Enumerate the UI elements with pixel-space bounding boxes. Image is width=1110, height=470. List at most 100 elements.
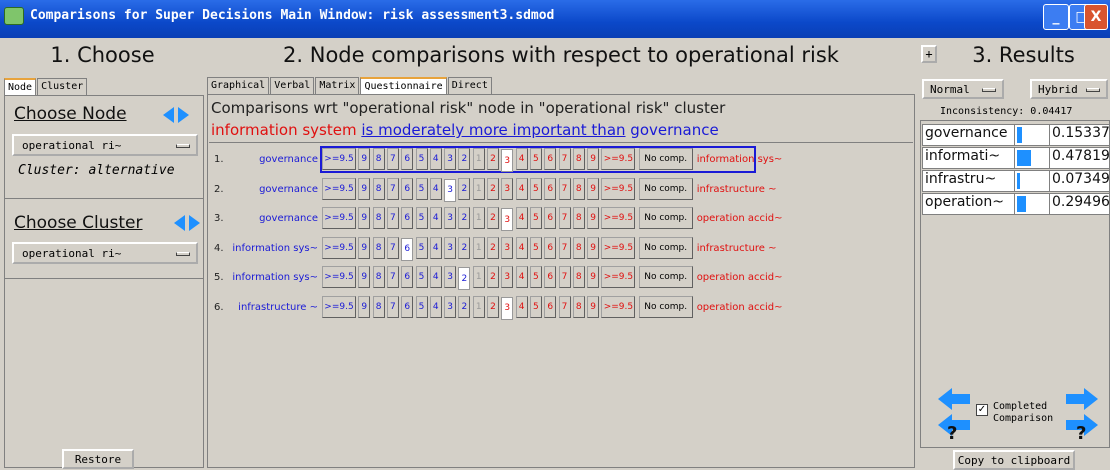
scale-cell[interactable]: 2 — [458, 148, 471, 170]
scale-cell[interactable]: >=9.5 — [322, 266, 356, 288]
scale-cell[interactable]: 8 — [572, 207, 585, 229]
scale-cell[interactable]: 2 — [458, 207, 471, 229]
minimize-button[interactable]: _ — [1043, 4, 1069, 30]
scale-cell[interactable]: 2 — [458, 236, 471, 259]
scale-cell[interactable]: 9 — [587, 148, 600, 170]
scale-cell[interactable]: >=9.5 — [601, 177, 636, 200]
scale-cell[interactable]: 4 — [515, 207, 528, 229]
completed-checkbox[interactable]: ✓ — [976, 404, 988, 416]
scale-cell[interactable]: 8 — [572, 148, 585, 170]
no-comparison-button[interactable]: No comp. — [638, 148, 693, 170]
scale-cell[interactable]: 9 — [358, 295, 371, 318]
close-button[interactable]: X — [1084, 4, 1108, 30]
scale-cell[interactable]: 4 — [515, 236, 528, 259]
scale-cell[interactable]: 8 — [572, 295, 585, 318]
hybrid-dropdown[interactable]: Hybrid — [1030, 79, 1108, 99]
scale-cell[interactable]: 5 — [529, 177, 542, 200]
scale-cell[interactable]: 4 — [429, 207, 442, 229]
scale-cell[interactable]: 8 — [372, 148, 385, 170]
scale-cell[interactable]: 3 — [501, 236, 514, 259]
scale-cell[interactable]: 7 — [558, 177, 571, 200]
node-nav-arrows-icon[interactable] — [163, 106, 189, 124]
scale-cell[interactable]: 7 — [386, 266, 399, 288]
scale-cell[interactable]: 5 — [415, 295, 428, 318]
scale-cell[interactable]: 5 — [415, 207, 428, 229]
scale-cell[interactable]: 6 — [544, 148, 557, 170]
scale-cell[interactable]: >=9.5 — [322, 236, 356, 259]
scale-cell[interactable]: 5 — [415, 148, 428, 170]
scale-cell[interactable]: 3 — [444, 207, 457, 229]
scale-cell[interactable]: 8 — [572, 266, 585, 288]
scale-cell[interactable]: 4 — [429, 236, 442, 259]
scale-cell[interactable]: 3 — [501, 177, 514, 200]
node-dropdown[interactable]: operational ri~ — [12, 134, 198, 156]
scale-cell[interactable]: >=9.5 — [601, 148, 636, 170]
scale-cell-selected[interactable]: 6 — [401, 237, 414, 261]
scale-cell[interactable]: 7 — [558, 295, 571, 318]
restore-button[interactable]: Restore — [62, 449, 134, 469]
scale-cell[interactable]: 5 — [415, 266, 428, 288]
scale-cell[interactable]: 1 — [472, 236, 485, 259]
scale-cell[interactable]: >=9.5 — [601, 207, 636, 229]
tab-verbal[interactable]: Verbal — [270, 77, 315, 94]
scale-cell[interactable]: 4 — [429, 148, 442, 170]
scale-cell[interactable]: 7 — [386, 148, 399, 170]
scale-cell[interactable]: 7 — [386, 236, 399, 259]
copy-to-clipboard-button[interactable]: Copy to clipboard — [953, 450, 1075, 470]
prev-arrow-icon[interactable] — [938, 388, 970, 410]
scale-cell[interactable]: 5 — [529, 266, 542, 288]
scale-cell[interactable]: 6 — [544, 177, 557, 200]
tab-node[interactable]: Node — [4, 78, 37, 95]
scale-cell[interactable]: 2 — [487, 207, 499, 229]
scale-cell[interactable]: 9 — [358, 148, 371, 170]
normal-dropdown[interactable]: Normal — [922, 79, 1004, 99]
scale-cell[interactable]: 7 — [558, 266, 571, 288]
scale-cell[interactable]: 5 — [415, 177, 428, 200]
scale-cell[interactable]: 2 — [487, 295, 499, 318]
scale-cell[interactable]: 8 — [372, 266, 385, 288]
scale-cell[interactable]: 5 — [529, 207, 542, 229]
scale-cell[interactable]: 2 — [458, 295, 471, 318]
scale-cell[interactable]: 7 — [558, 236, 571, 259]
scale-cell[interactable]: 3 — [501, 266, 514, 288]
scale-cell[interactable]: 6 — [544, 236, 557, 259]
scale-cell[interactable]: 9 — [587, 177, 600, 200]
tab-cluster[interactable]: Cluster — [37, 78, 88, 95]
scale-cell[interactable]: 6 — [401, 266, 414, 288]
scale-cell[interactable]: 4 — [515, 177, 528, 200]
scale-cell[interactable]: 8 — [572, 236, 585, 259]
next-arrow-icon[interactable] — [1066, 388, 1098, 410]
scale-cell[interactable]: 6 — [544, 295, 557, 318]
scale-cell[interactable]: 7 — [386, 295, 399, 318]
scale-cell[interactable]: 4 — [515, 148, 528, 170]
scale-cell[interactable]: 4 — [429, 266, 442, 288]
scale-cell[interactable]: 1 — [472, 266, 485, 288]
next-question-icon[interactable]: ? — [1066, 414, 1098, 440]
scale-cell[interactable]: 1 — [472, 177, 485, 200]
no-comparison-button[interactable]: No comp. — [638, 236, 693, 259]
scale-cell[interactable]: 2 — [458, 177, 471, 200]
scale-cell[interactable]: 6 — [401, 148, 414, 170]
no-comparison-button[interactable]: No comp. — [638, 177, 693, 200]
scale-cell[interactable]: 9 — [358, 207, 371, 229]
scale-cell[interactable]: >=9.5 — [322, 177, 356, 200]
scale-cell[interactable]: 4 — [429, 177, 442, 200]
scale-cell[interactable]: 8 — [572, 177, 585, 200]
scale-cell[interactable]: 1 — [472, 207, 485, 229]
scale-cell-selected[interactable]: 3 — [501, 296, 514, 320]
scale-cell[interactable]: 2 — [487, 177, 499, 200]
scale-cell[interactable]: 4 — [429, 295, 442, 318]
scale-cell[interactable]: 4 — [515, 266, 528, 288]
tab-matrix[interactable]: Matrix — [315, 77, 360, 94]
scale-cell[interactable]: 8 — [372, 177, 385, 200]
scale-cell[interactable]: 5 — [529, 148, 542, 170]
tab-graphical[interactable]: Graphical — [207, 77, 270, 94]
scale-cell[interactable]: 3 — [444, 295, 457, 318]
scale-cell[interactable]: 9 — [358, 177, 371, 200]
scale-cell[interactable]: >=9.5 — [601, 236, 636, 259]
prev-question-icon[interactable]: ? — [938, 414, 970, 440]
scale-cell[interactable]: 9 — [358, 236, 371, 259]
scale-cell[interactable]: 2 — [487, 266, 499, 288]
scale-cell[interactable]: 6 — [401, 207, 414, 229]
scale-cell-selected[interactable]: 3 — [501, 149, 514, 172]
